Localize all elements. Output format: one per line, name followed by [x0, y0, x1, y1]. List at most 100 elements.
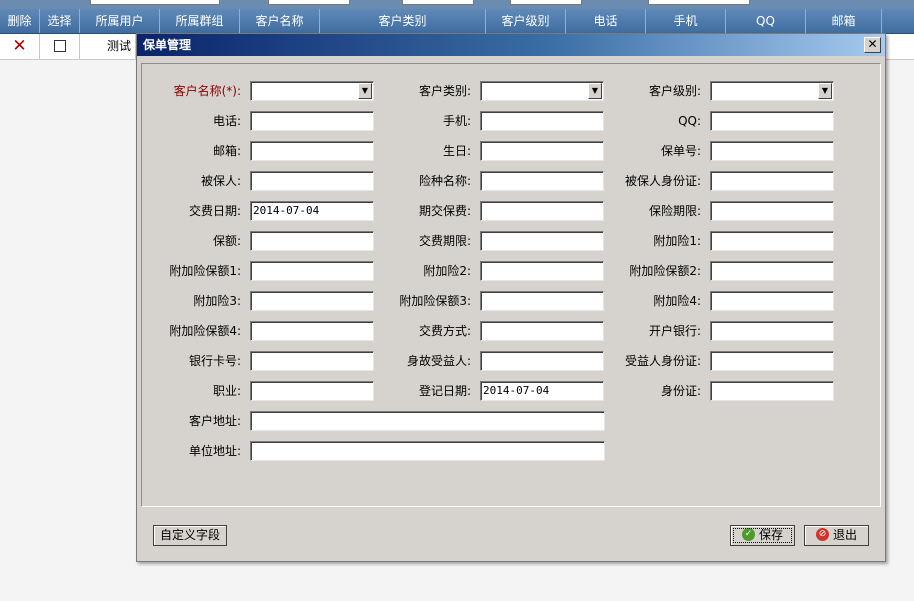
rider-amount3-label: 附加险保额3:: [399, 294, 471, 308]
toolbar-control[interactable]: [402, 0, 474, 5]
beneficiary-label: 身故受益人:: [406, 354, 471, 368]
birthday-input[interactable]: [480, 141, 604, 161]
save-label: 保存: [758, 528, 783, 542]
dialog-title: 保单管理: [143, 38, 192, 52]
rider-amount3-input[interactable]: [480, 291, 604, 311]
insured-id-label: 被保人身份证:: [624, 174, 701, 188]
work-address-input[interactable]: [250, 441, 605, 461]
chevron-down-icon[interactable]: ▼: [588, 83, 602, 99]
id-card-input[interactable]: [710, 381, 834, 401]
id-card-label: 身份证:: [660, 384, 701, 398]
pay-term-label: 交费期限:: [418, 234, 471, 248]
close-button[interactable]: ✕: [864, 37, 881, 53]
chevron-down-icon[interactable]: ▼: [358, 83, 372, 99]
pay-term-input[interactable]: [480, 231, 604, 251]
rider3-input[interactable]: [250, 291, 374, 311]
exit-button[interactable]: ⊘ 退出: [804, 525, 869, 546]
dialog-titlebar[interactable]: 保单管理 ✕: [137, 34, 885, 56]
pay-date-label: 交费日期:: [188, 204, 241, 218]
rider-amount4-label: 附加险保额4:: [169, 324, 241, 338]
amount-input[interactable]: [250, 231, 374, 251]
qq-label: QQ:: [678, 114, 701, 128]
bank-card-input[interactable]: [250, 351, 374, 371]
pay-method-label: 交费方式:: [418, 324, 471, 338]
col-header-group[interactable]: 所属群组: [160, 9, 240, 33]
occupation-label: 职业:: [212, 384, 241, 398]
rider-amount1-input[interactable]: [250, 261, 374, 281]
rider2-input[interactable]: [480, 261, 604, 281]
col-header-select[interactable]: 选择: [40, 9, 80, 33]
insurance-name-label: 险种名称:: [418, 174, 471, 188]
delete-cell[interactable]: ✕: [0, 34, 40, 59]
col-header-mobile[interactable]: 手机: [646, 9, 726, 33]
qq-input[interactable]: [710, 111, 834, 131]
rider-amount2-label: 附加险保额2:: [629, 264, 701, 278]
insurance-name-input[interactable]: [480, 171, 604, 191]
chevron-down-icon[interactable]: ▼: [818, 83, 832, 99]
select-cell[interactable]: [40, 34, 80, 59]
toolbar-control[interactable]: [90, 0, 220, 5]
customer-address-label: 客户地址:: [188, 414, 241, 428]
row-user: 测试: [80, 34, 136, 59]
col-header-email[interactable]: 邮箱: [806, 9, 882, 33]
rider-amount2-input[interactable]: [710, 261, 834, 281]
row-checkbox[interactable]: [53, 39, 66, 52]
top-toolbar-strip: [0, 0, 914, 9]
col-header-phone[interactable]: 电话: [566, 9, 646, 33]
rider3-label: 附加险3:: [193, 294, 241, 308]
pay-method-input[interactable]: [480, 321, 604, 341]
save-button[interactable]: ✓ 保存: [730, 525, 795, 546]
col-header-customer-level[interactable]: 客户级别: [486, 9, 566, 33]
customer-level-select[interactable]: ▼: [710, 81, 834, 101]
col-header-user[interactable]: 所属用户: [80, 9, 160, 33]
rider4-input[interactable]: [710, 291, 834, 311]
beneficiary-input[interactable]: [480, 351, 604, 371]
bank-input[interactable]: [710, 321, 834, 341]
rider-amount1-label: 附加险保额1:: [169, 264, 241, 278]
col-header-delete[interactable]: 删除: [0, 9, 40, 33]
register-date-label: 登记日期:: [418, 384, 471, 398]
insured-input[interactable]: [250, 171, 374, 191]
phone-input[interactable]: [250, 111, 374, 131]
delete-icon[interactable]: ✕: [12, 36, 26, 56]
customer-name-label: 客户名称(*):: [173, 84, 241, 98]
col-header-qq[interactable]: QQ: [726, 9, 806, 33]
email-input[interactable]: [250, 141, 374, 161]
insured-id-input[interactable]: [710, 171, 834, 191]
custom-fields-label: 自定义字段: [159, 528, 220, 542]
customer-address-input[interactable]: [250, 411, 605, 431]
check-icon: ✓: [741, 528, 755, 541]
rider1-input[interactable]: [710, 231, 834, 251]
customer-type-select[interactable]: ▼: [480, 81, 604, 101]
beneficiary-id-input[interactable]: [710, 351, 834, 371]
bank-label: 开户银行:: [648, 324, 701, 338]
col-header-customer-type[interactable]: 客户类别: [320, 9, 486, 33]
toolbar-control[interactable]: [268, 0, 350, 5]
register-date-input[interactable]: 2014-07-04: [480, 381, 604, 401]
col-header-customer-name[interactable]: 客户名称: [240, 9, 320, 33]
mobile-input[interactable]: [480, 111, 604, 131]
phone-label: 电话:: [212, 114, 241, 128]
insured-label: 被保人:: [200, 174, 241, 188]
policy-no-label: 保单号:: [660, 144, 701, 158]
rider-amount4-input[interactable]: [250, 321, 374, 341]
pay-date-input[interactable]: 2014-07-04: [250, 201, 374, 221]
policy-dialog: 保单管理 ✕ 客户名称(*): ▼ 客户类别: ▼ 客户级别: ▼ 电话: 手机…: [136, 33, 886, 562]
insurance-term-input[interactable]: [710, 201, 834, 221]
period-premium-input[interactable]: [480, 201, 604, 221]
insurance-term-label: 保险期限:: [648, 204, 701, 218]
policy-no-input[interactable]: [710, 141, 834, 161]
work-address-label: 单位地址:: [188, 444, 241, 458]
customer-name-select[interactable]: ▼: [250, 81, 374, 101]
exit-label: 退出: [832, 528, 857, 542]
email-label: 邮箱:: [212, 144, 241, 158]
mobile-label: 手机:: [442, 114, 471, 128]
custom-fields-button[interactable]: 自定义字段: [153, 525, 227, 546]
toolbar-control[interactable]: [510, 0, 582, 5]
customer-type-label: 客户类别:: [418, 84, 471, 98]
toolbar-control[interactable]: [648, 0, 750, 5]
occupation-input[interactable]: [250, 381, 374, 401]
rider4-label: 附加险4:: [653, 294, 701, 308]
grid-header: 删除 选择 所属用户 所属群组 客户名称 客户类别 客户级别 电话 手机 QQ …: [0, 9, 914, 34]
no-entry-icon: ⊘: [815, 528, 829, 541]
